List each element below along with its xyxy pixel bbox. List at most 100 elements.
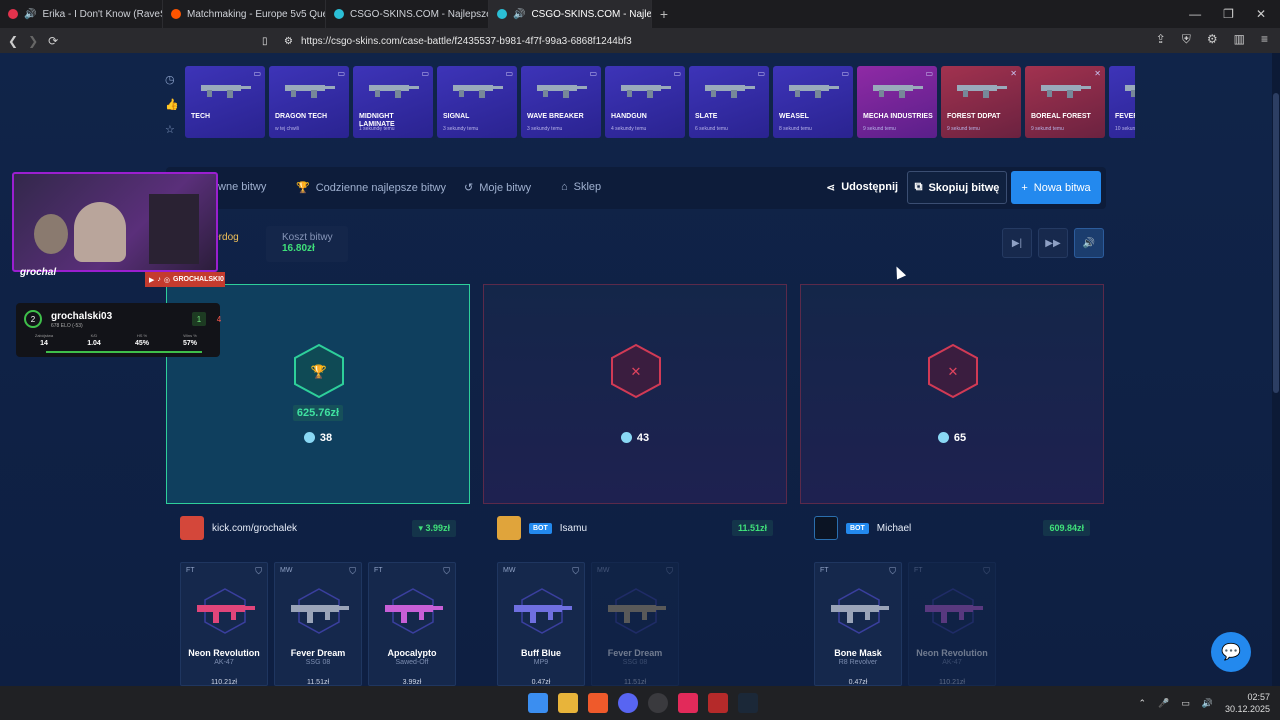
player-name: Isamu (559, 522, 588, 534)
stat-value: 1.04 (87, 340, 101, 347)
system-tray: ⌃ 🎤 ▭ 🔊 02:57 30.12.2025 (1138, 691, 1270, 715)
item-price: 3.99zł (402, 679, 422, 686)
file-explorer-icon[interactable] (558, 693, 578, 713)
nav-shop[interactable]: ⌂ Sklep (561, 181, 601, 193)
faceit-level: 2 (24, 310, 42, 328)
item-weapon: SSG 08 (305, 659, 331, 666)
nav-label: Sklep (573, 181, 602, 193)
brave-browser-icon[interactable] (588, 693, 608, 713)
windows-start-icon[interactable] (528, 693, 548, 713)
maximize-icon[interactable]: ❐ (1223, 7, 1234, 21)
item-condition: FT (820, 567, 829, 574)
page-content: ◷ 👍 ☆ ▭ TECH ▭ DRAGON TECH w tej chwili ▭ MIDN… (0, 53, 1280, 686)
sound-toggle-button[interactable]: 🔊 (1074, 228, 1104, 258)
trophy-hex-icon: 🏆 (294, 343, 344, 399)
new-battle-button[interactable]: + Nowa bitwa (1011, 171, 1101, 204)
thumbs-up-icon[interactable]: 👍 (165, 98, 179, 111)
live-drop-card[interactable]: ▭ SLATE 6 sekund temu (689, 66, 769, 138)
drop-name: BOREAL FOREST (1031, 113, 1091, 120)
close-window-icon[interactable]: ✕ (1256, 7, 1266, 21)
browser-tab[interactable]: Matchmaking - Europe 5v5 Queue - ✕ (163, 0, 326, 28)
live-drop-card[interactable]: ▭ MECHA INDUSTRIES 9 sekund temu (857, 66, 937, 138)
browser-tab[interactable]: 🔊 Erika - I Don't Know (RaveSpirit 2 ✕ (0, 0, 163, 28)
new-tab-button[interactable]: + (652, 6, 676, 22)
history-icon: ↺ (464, 182, 474, 194)
item-card[interactable]: MW ⛉ Fever Dream SSG 08 11.51zł (274, 562, 362, 686)
player-name[interactable]: kick.com/grochalek (212, 523, 297, 534)
bookmark-icon[interactable]: ▯ (262, 36, 268, 47)
item-price: 11.51zł (623, 679, 647, 686)
chevron-up-icon[interactable]: ⌃ (1138, 698, 1146, 709)
item-card[interactable]: FT ⛉ Neon Revolution AK-47 110.21zł (908, 562, 996, 686)
clock-icon[interactable]: ◷ (165, 73, 179, 86)
monitor-icon[interactable]: ▭ (1181, 698, 1190, 709)
player-info: BOT Michael 609.84zł (800, 508, 1104, 548)
site-info-icon[interactable]: ⚙ (284, 36, 293, 47)
scrollbar-thumb[interactable] (1273, 93, 1279, 393)
page-scrollbar[interactable] (1272, 53, 1280, 686)
speaker-icon: 🔊 (513, 8, 526, 20)
skip-button[interactable]: ▶| (1002, 228, 1032, 258)
live-drop-card[interactable]: ✕ BOREAL FOREST 9 sekund temu (1025, 66, 1105, 138)
item-name: Fever Dream (607, 648, 663, 658)
nav-daily-best[interactable]: 🏆 Codzienne najlepsze bitwy (296, 181, 446, 195)
avatar (814, 516, 838, 540)
item-card[interactable]: MW ⛉ Buff Blue MP9 0.47zł (497, 562, 585, 686)
live-drop-card[interactable]: ▭ DRAGON TECH w tej chwili (269, 66, 349, 138)
copy-battle-button[interactable]: ⧉ Skopiuj bitwę (907, 171, 1007, 204)
shield-app-icon[interactable] (708, 693, 728, 713)
drop-name: MECHA INDUSTRIES (863, 113, 933, 120)
url-field[interactable]: ▯ ⚙ https://csgo-skins.com/case-battle/f… (262, 32, 1004, 50)
tiktok-icon[interactable] (678, 693, 698, 713)
discord-icon[interactable] (618, 693, 638, 713)
volume-icon[interactable]: 🔊 (1202, 698, 1213, 709)
skip-icon: ▶| (1011, 237, 1023, 249)
reload-icon[interactable]: ⟳ (48, 34, 58, 48)
share-page-icon[interactable]: ⇪ (1156, 32, 1166, 47)
live-drop-card[interactable]: ▭ HANDGUN 4 sekundy temu (605, 66, 685, 138)
avatar[interactable] (180, 516, 204, 540)
player-total: 11.51zł (731, 520, 773, 536)
chat-bubble-button[interactable]: 💬 (1211, 632, 1251, 672)
forward-icon[interactable]: ❯ (28, 34, 38, 48)
live-drop-card[interactable]: ✕ FOREST DDPAT 9 sekund temu (941, 66, 1021, 138)
stat-value: 14 (40, 340, 48, 347)
item-card[interactable]: FT ⛉ Bone Mask R8 Revolver 0.47zł (814, 562, 902, 686)
live-drop-card[interactable]: ▭ WEASEL 8 sekund temu (773, 66, 853, 138)
share-button[interactable]: ⋖ Udostępnij (826, 181, 898, 194)
live-drop-card[interactable]: ▭ WAVE BREAKER 3 sekundy temu (521, 66, 601, 138)
faceit-widget: 2 grochalski03 678 ELO (-53) 1 4 Zabójst… (16, 303, 221, 357)
live-drop-card[interactable]: ▭FEVER DR10 sekund temu (1109, 66, 1135, 138)
coin-value: 38 (319, 432, 333, 444)
fast-forward-button[interactable]: ▶▶ (1038, 228, 1068, 258)
faceit-stat: Zabójstwa 14 (30, 333, 58, 347)
browser-tab-active[interactable]: 🔊 CSGO-SKINS.COM - Najlepsz ✕ (489, 0, 652, 28)
item-card[interactable]: FT ⛉ Neon Revolution AK-47 110.21zł (180, 562, 268, 686)
instagram-icon: ◎ (163, 276, 170, 284)
steam-icon[interactable] (738, 693, 758, 713)
item-card[interactable]: FT ⛉ Apocalypto Sawed-Off 3.99zł (368, 562, 456, 686)
minimize-icon[interactable]: — (1189, 7, 1201, 21)
drop-name: SLATE (695, 113, 718, 120)
stream-logo: grochal (20, 267, 57, 278)
star-icon[interactable]: ☆ (165, 123, 179, 136)
clock[interactable]: 02:57 30.12.2025 (1225, 691, 1270, 715)
browser-tab[interactable]: CSGO-SKINS.COM - Najlepsze Skrzy ✕ (326, 0, 489, 28)
menu-icon[interactable]: ≡ (1261, 32, 1268, 47)
sidebar-icon[interactable]: ▥ (1234, 32, 1245, 47)
extensions-icon[interactable]: ⚙ (1207, 32, 1218, 47)
nav-my-battles[interactable]: ↺ Moje bitwy (464, 181, 531, 195)
item-price: 110.21zł (211, 679, 237, 686)
live-drop-card[interactable]: ▭ MIDNIGHT LAMINATE 1 sekundę temu (353, 66, 433, 138)
item-weapon: SSG 08 (622, 659, 648, 666)
live-drop-card[interactable]: ▭ SIGNAL 3 sekundy temu (437, 66, 517, 138)
back-icon[interactable]: ❮ (8, 34, 18, 48)
live-drop-card[interactable]: ▭ TECH (185, 66, 265, 138)
shield-icon[interactable]: ⛨ (1182, 32, 1191, 47)
app-icon[interactable] (648, 693, 668, 713)
webcam-overlay (12, 172, 218, 272)
microphone-icon[interactable]: 🎤 (1158, 698, 1169, 709)
item-card[interactable]: MW ⛉ Fever Dream SSG 08 11.51zł (591, 562, 679, 686)
taskbar: ⌃ 🎤 ▭ 🔊 02:57 30.12.2025 (0, 686, 1280, 720)
clock-date: 30.12.2025 (1224, 704, 1270, 714)
